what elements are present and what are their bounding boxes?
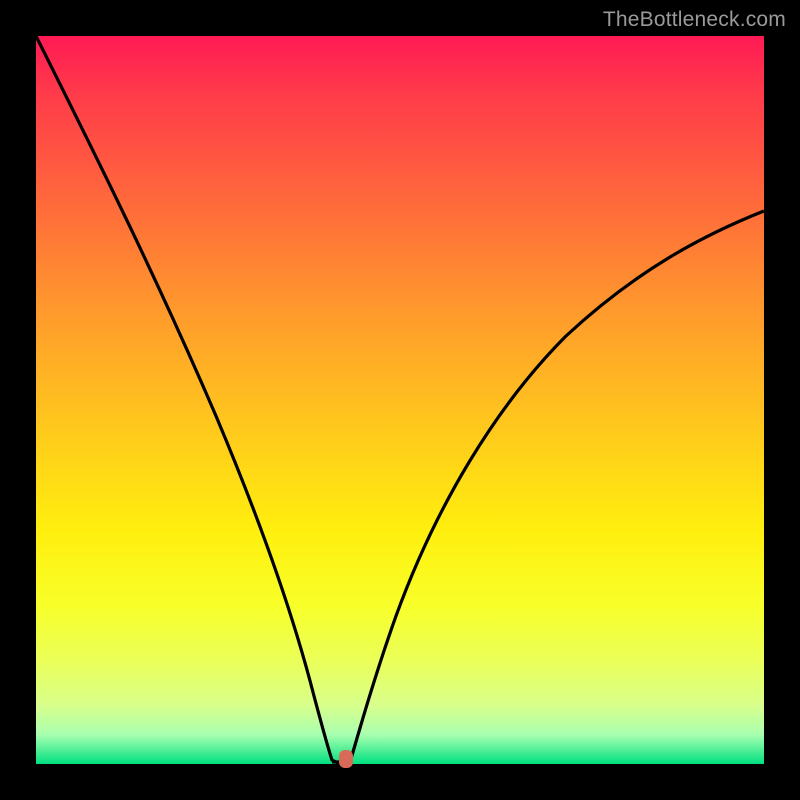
bottleneck-curve (36, 36, 764, 764)
curve-right-branch (350, 211, 764, 762)
chart-frame: TheBottleneck.com (0, 0, 800, 800)
plot-area (36, 36, 764, 764)
curve-left-branch (36, 36, 340, 764)
optimal-marker (339, 750, 353, 768)
watermark-label: TheBottleneck.com (603, 8, 786, 32)
